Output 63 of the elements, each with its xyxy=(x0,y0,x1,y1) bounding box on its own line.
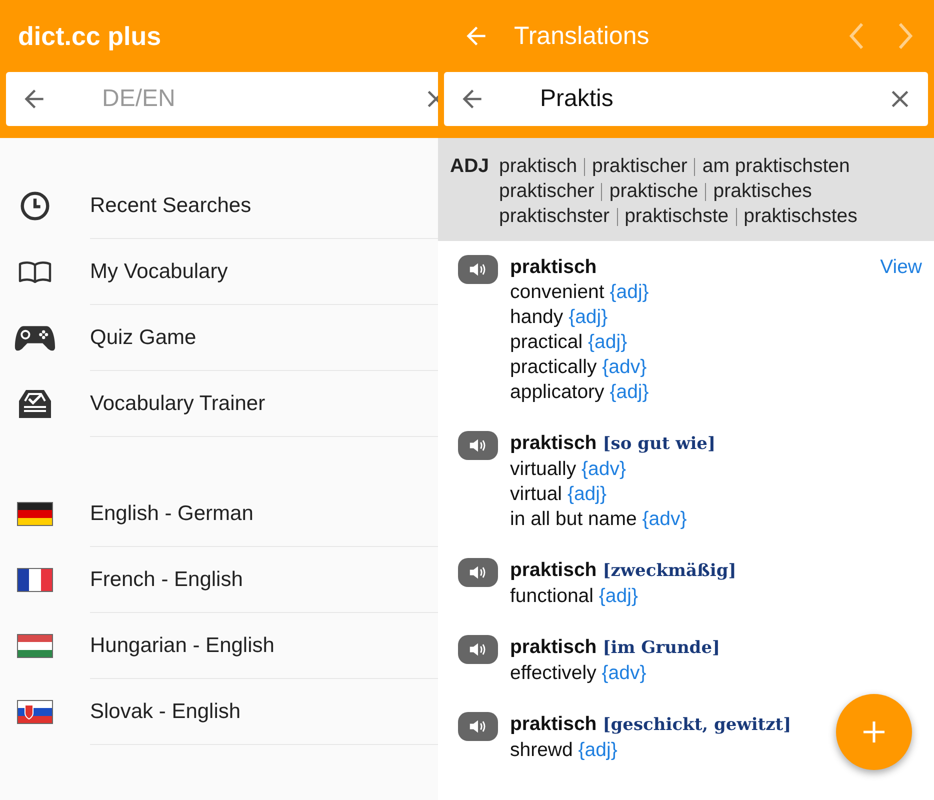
headword: praktisch xyxy=(510,255,597,280)
view-link[interactable]: View xyxy=(880,255,922,280)
headword-note: [so gut wie] xyxy=(602,433,716,456)
translation: practically xyxy=(510,356,597,378)
screen-title: Translations xyxy=(514,22,650,50)
word-class-tag: {adv} xyxy=(582,458,626,480)
word-form: praktisches xyxy=(713,179,812,204)
word-form: praktischster xyxy=(499,204,610,229)
translation: effectively xyxy=(510,662,596,684)
word-form: praktischste xyxy=(624,204,729,229)
audio-button[interactable] xyxy=(458,431,498,460)
flag-icon xyxy=(17,700,53,724)
word-class-tag: {adv} xyxy=(602,356,647,378)
word-class-tag: {adj} xyxy=(610,381,649,403)
word-form: praktischer xyxy=(592,154,688,179)
book-icon xyxy=(18,261,52,283)
headword: praktisch xyxy=(510,712,597,737)
speaker-icon xyxy=(469,438,487,453)
word-class-tag: {adj} xyxy=(598,585,638,607)
word-class-tag: {adj} xyxy=(588,331,628,353)
part-of-speech-label: ADJ xyxy=(450,154,490,179)
translation: functional xyxy=(510,585,594,607)
translation: in all but name xyxy=(510,508,637,530)
speaker-icon xyxy=(469,642,487,657)
translation: virtually xyxy=(510,458,576,480)
headword-note: [geschickt, gewitzt] xyxy=(602,714,792,737)
audio-button[interactable] xyxy=(458,712,498,741)
audio-button[interactable] xyxy=(458,558,498,587)
flag-icon xyxy=(17,634,53,658)
speaker-icon xyxy=(469,719,487,734)
audio-button[interactable] xyxy=(458,255,498,284)
headword: praktisch xyxy=(510,635,597,660)
word-form: praktischer xyxy=(499,179,594,204)
headword-note: [im Grunde] xyxy=(602,637,720,660)
translation: virtual xyxy=(510,483,562,505)
translation: applicatory xyxy=(510,381,604,403)
flag-icon xyxy=(17,502,53,526)
word-form: praktisch xyxy=(499,154,578,179)
word-class-tag: {adv} xyxy=(642,508,687,530)
translation: handy xyxy=(510,306,564,328)
word-form: praktischstes xyxy=(744,204,858,229)
word-class-tag: {adj} xyxy=(578,739,618,761)
headword-note: [zweckmäßig] xyxy=(602,560,736,583)
flag-icon xyxy=(17,568,53,592)
speaker-icon xyxy=(469,565,487,580)
gamepad-icon xyxy=(14,324,56,352)
word-form: praktische xyxy=(609,179,698,204)
translation: shrewd xyxy=(510,739,573,761)
word-class-tag: {adj} xyxy=(567,483,607,505)
audio-button[interactable] xyxy=(458,635,498,664)
word-form: am praktischsten xyxy=(702,154,850,179)
checked-tray-icon xyxy=(18,389,52,419)
headword: praktisch xyxy=(510,558,597,583)
word-class-tag: {adj} xyxy=(610,281,649,303)
word-class-tag: {adj} xyxy=(568,306,608,328)
headword: praktisch xyxy=(510,431,597,456)
clock-icon xyxy=(19,190,51,222)
translation: practical xyxy=(510,331,583,353)
speaker-icon xyxy=(469,262,487,277)
app-title: dict.cc plus xyxy=(17,20,162,52)
translation: convenient xyxy=(510,281,604,303)
word-class-tag: {adv} xyxy=(602,662,646,684)
search-field[interactable]: Praktis xyxy=(444,72,928,126)
